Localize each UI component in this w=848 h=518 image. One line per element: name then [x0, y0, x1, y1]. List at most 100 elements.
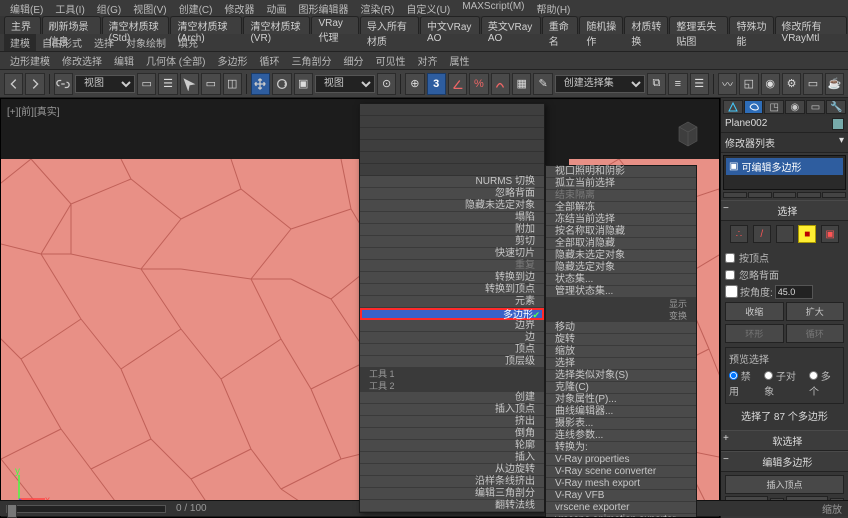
window-cross-icon[interactable]: ◫ [223, 73, 242, 95]
preview-off-radio[interactable]: 禁用 [729, 368, 760, 398]
angle-snap-icon[interactable] [448, 73, 467, 95]
menu-item[interactable]: V-Ray properties [546, 454, 696, 466]
menu-item[interactable]: 全部解冻 [546, 202, 696, 214]
ribbon-tab[interactable]: 选择 [88, 34, 120, 51]
grow-button[interactable]: 扩大 [786, 302, 845, 321]
ribbon-sub[interactable]: 对齐 [411, 52, 443, 69]
main-menu[interactable]: 编辑(E) 工具(I) 组(G) 视图(V) 创建(C) 修改器 动画 图形编辑… [0, 0, 848, 16]
menu-item[interactable]: 摄影表... [546, 418, 696, 430]
menu-item[interactable]: 选择类似对象(S) [546, 370, 696, 382]
tab[interactable]: 清空材质球(VR) [243, 16, 310, 34]
modifier-item[interactable]: ▣可编辑多边形 [726, 158, 843, 175]
schematic-icon[interactable]: ◱ [739, 73, 758, 95]
menu-item[interactable]: 组(G) [91, 0, 127, 16]
rendered-frame-icon[interactable]: ▭ [803, 73, 822, 95]
subobj-vertex-icon[interactable]: ∴ [730, 225, 748, 243]
filter-select[interactable]: 视图 [75, 75, 135, 93]
curve-editor-icon[interactable]: 〰 [718, 73, 737, 95]
menu-item[interactable]: 转换到边 [360, 272, 544, 284]
menu-item[interactable]: 工具(I) [49, 0, 90, 16]
edged-icon[interactable]: ▦ [512, 73, 531, 95]
menu-item[interactable]: 渲染(R) [354, 0, 400, 16]
menu-item-polygon[interactable]: 多边形 [360, 308, 544, 320]
edit-named-sel-icon[interactable]: ✎ [533, 73, 552, 95]
ribbon-tab[interactable]: 自由形式 [36, 34, 88, 51]
menu-item[interactable]: 附加 [360, 224, 544, 236]
refcoord-select[interactable]: 视图 [315, 75, 375, 93]
arrow-icon[interactable] [180, 73, 199, 95]
menu-item[interactable]: V-Ray mesh export [546, 478, 696, 490]
rollout-editpoly[interactable]: −编辑多边形 [721, 451, 848, 472]
mirror-button[interactable]: ⧉ [647, 73, 666, 95]
dropdown-icon[interactable]: ▾ [839, 135, 844, 150]
menu-item[interactable]: NURMS 切换 [360, 176, 544, 188]
subobj-border-icon[interactable] [776, 225, 794, 243]
menu-item[interactable]: 移动 [546, 322, 696, 334]
hierarchy-tab-icon[interactable]: ◳ [764, 100, 784, 114]
ribbon-sub[interactable]: 细分 [337, 52, 369, 69]
subobj-edge-icon[interactable]: / [753, 225, 771, 243]
rect-select-icon[interactable]: ▭ [201, 73, 220, 95]
configure-icon[interactable] [822, 192, 846, 198]
viewport[interactable]: [+][前][真实] [0, 98, 720, 518]
viewcube[interactable] [671, 117, 705, 151]
menu-item[interactable]: 忽略背面 [360, 188, 544, 200]
pivot-icon[interactable]: ⊙ [377, 73, 396, 95]
menu-item[interactable]: V-Ray scene converter [546, 466, 696, 478]
ribbon-sub[interactable]: 几何体 (全部) [140, 52, 211, 69]
menu-item[interactable]: 隐藏未选定对象 [360, 200, 544, 212]
menu-item[interactable]: 倒角 [360, 428, 544, 440]
show-end-icon[interactable] [748, 192, 772, 198]
menu-item[interactable]: 动画 [260, 0, 292, 16]
menu-item[interactable]: 剪切 [360, 236, 544, 248]
pin-stack-icon[interactable] [723, 192, 747, 198]
menu-item[interactable]: 转换为: [546, 442, 696, 454]
menu-item[interactable]: 管理状态集... [546, 286, 696, 298]
tab[interactable]: 整理丢失贴图 [669, 16, 728, 34]
insert-vertex-button[interactable]: 插入顶点 [725, 475, 844, 494]
menu-item[interactable]: 图形编辑器 [292, 0, 354, 16]
menu-item[interactable]: 孤立当前选择 [546, 178, 696, 190]
move-button[interactable] [251, 73, 270, 95]
menu-item[interactable]: 创建 [360, 392, 544, 404]
ribbon-tab[interactable]: 填充 [172, 34, 204, 51]
selection-set-select[interactable]: 创建选择集 [555, 75, 645, 93]
spinner-snap-icon[interactable] [491, 73, 510, 95]
viewport-label[interactable]: [+][前][真实] [7, 103, 60, 118]
menu-item[interactable]: 塌陷 [360, 212, 544, 224]
menu-item[interactable]: 顶层级 [360, 356, 544, 368]
menu-item[interactable]: 帮助(H) [531, 0, 577, 16]
menu-item[interactable]: MAXScript(M) [456, 0, 530, 16]
menu-item[interactable]: 插入顶点 [360, 404, 544, 416]
angle-field[interactable] [775, 285, 813, 299]
ribbon-sub[interactable]: 编辑 [108, 52, 140, 69]
menu-item[interactable]: 修改器 [218, 0, 260, 16]
color-swatch[interactable] [832, 118, 844, 130]
snap-button[interactable]: 3 [427, 73, 446, 95]
mesh-object[interactable] [0, 159, 381, 509]
display-tab-icon[interactable]: ▭ [806, 100, 826, 114]
ribbon-sub[interactable]: 循环 [253, 52, 285, 69]
menu-item[interactable]: 按名称取消隐藏 [546, 226, 696, 238]
select-name-button[interactable]: ☰ [158, 73, 177, 95]
ribbon-tab[interactable]: 建模 [4, 34, 36, 51]
menu-item[interactable]: 轮廓 [360, 440, 544, 452]
menu-item[interactable]: 视口照明和阴影 [546, 166, 696, 178]
rollout-selection[interactable]: −选择 [721, 200, 848, 221]
subobj-polygon-icon[interactable]: ■ [798, 225, 816, 243]
preview-multi-radio[interactable]: 多个 [809, 368, 840, 398]
menu-item[interactable]: 编辑(E) [4, 0, 49, 16]
tab[interactable]: 英文VRay AO [481, 16, 541, 34]
ribbon-sub[interactable]: 可见性 [369, 52, 411, 69]
menu-item[interactable]: 从边旋转 [360, 464, 544, 476]
modify-tab-icon[interactable] [744, 100, 764, 114]
tab[interactable]: 特殊功能 [729, 16, 773, 34]
select-button[interactable]: ▭ [137, 73, 156, 95]
rollout-softsel[interactable]: +软选择 [721, 430, 848, 451]
menu-item[interactable]: 对象属性(P)... [546, 394, 696, 406]
tab[interactable]: 清空材质球(Std) [102, 16, 170, 34]
menu-item[interactable]: 顶点 [360, 344, 544, 356]
menu-item[interactable]: 边 [360, 332, 544, 344]
tab[interactable]: 材质转换 [624, 16, 668, 34]
menu-item[interactable]: 隐藏未选定对象 [546, 250, 696, 262]
